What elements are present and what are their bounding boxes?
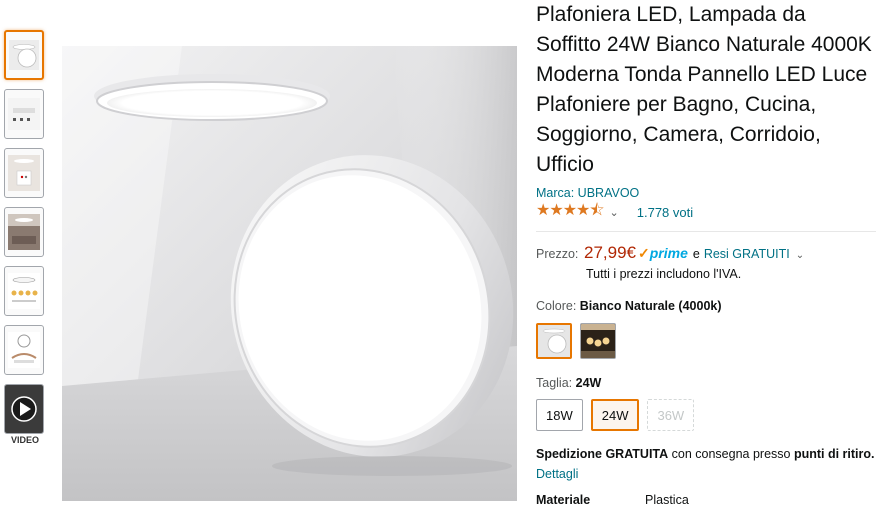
- shipping-text: con consegna presso: [668, 447, 794, 461]
- panel-thumbnail-icon: [9, 40, 39, 70]
- room-thumbnail-icon: [8, 214, 40, 250]
- prime-label: prime: [649, 245, 688, 261]
- star-rating-icon[interactable]: ★★★★⯪: [536, 199, 605, 226]
- chevron-down-icon[interactable]: ⌄: [610, 206, 619, 219]
- video-label: VIDEO: [10, 435, 39, 445]
- product-photo: [62, 46, 517, 501]
- shipping-info: Spedizione GRATUITA con consegna presso …: [536, 444, 876, 484]
- video-thumbnail-icon: [5, 385, 43, 433]
- thumbnail-5[interactable]: [4, 266, 44, 316]
- thumbnail-1[interactable]: [4, 30, 44, 80]
- size-button-18w[interactable]: 18W: [536, 399, 583, 431]
- size-button-24w[interactable]: 24W: [590, 399, 640, 431]
- swatch-natural-white[interactable]: [536, 323, 572, 359]
- spec-key: Materiale: [536, 493, 591, 507]
- spec-row-material: Materiale Plastica: [536, 493, 876, 507]
- shipping-pickup-label: punti di ritiro.: [793, 447, 875, 461]
- and-text: e: [692, 247, 700, 261]
- color-label: Colore:: [536, 299, 577, 313]
- prime-badge: ✓prime: [638, 245, 688, 262]
- swatch-warm-white[interactable]: [580, 323, 616, 359]
- thumbnail-2[interactable]: [4, 89, 44, 139]
- natural-white-swatch-icon: [538, 325, 570, 357]
- size-value: 24W: [575, 376, 602, 390]
- installation-thumbnail-icon: [8, 332, 40, 368]
- ratings-count-link[interactable]: 1.778 voti: [637, 205, 693, 220]
- thumbnail-6[interactable]: [4, 325, 44, 375]
- thumbnail-3[interactable]: [4, 148, 44, 198]
- price-value: 27,99€: [584, 243, 636, 262]
- price-label: Prezzo:: [536, 247, 579, 261]
- color-row: Colore: Bianco Naturale (4000k): [536, 299, 876, 313]
- color-swatches: [536, 323, 876, 359]
- size-button-36w[interactable]: 36W: [647, 399, 695, 431]
- main-product-image[interactable]: [62, 46, 517, 501]
- size-row: Taglia: 24W: [536, 376, 876, 390]
- thumbnail-4[interactable]: [4, 207, 44, 257]
- chevron-down-icon[interactable]: ⌄: [796, 250, 804, 261]
- dimensions-thumbnail-icon: [8, 98, 40, 130]
- shipping-free-label: Spedizione GRATUITA: [536, 447, 669, 461]
- size-label: Taglia:: [536, 376, 573, 390]
- thumbnail-video[interactable]: [4, 384, 44, 434]
- product-info-panel: Plafoniera LED, Lampada da Soffitto 24W …: [536, 0, 876, 507]
- free-returns-link[interactable]: Resi GRATUITI: [704, 247, 790, 261]
- divider: [536, 231, 876, 232]
- vat-note: Tutti i prezzi includono l'IVA.: [586, 267, 742, 281]
- bathroom-thumbnail-icon: [8, 155, 40, 191]
- rating-row: ★★★★⯪ ⌄ 1.778 voti: [536, 202, 876, 221]
- product-title: Plafoniera LED, Lampada da Soffitto 24W …: [536, 3, 872, 176]
- price-row: Prezzo: 27,99€ ✓prime e Resi GRATUITI ⌄: [536, 243, 876, 265]
- size-buttons: 18W 24W 36W: [536, 399, 876, 431]
- color-value: Bianco Naturale (4000k): [579, 299, 722, 313]
- prime-check-icon: ✓: [638, 245, 650, 261]
- features-thumbnail-icon: [8, 273, 40, 309]
- spec-value: Plastica: [645, 493, 689, 507]
- warm-white-swatch-icon: [581, 324, 615, 358]
- shipping-details-link[interactable]: Dettagli: [536, 467, 578, 481]
